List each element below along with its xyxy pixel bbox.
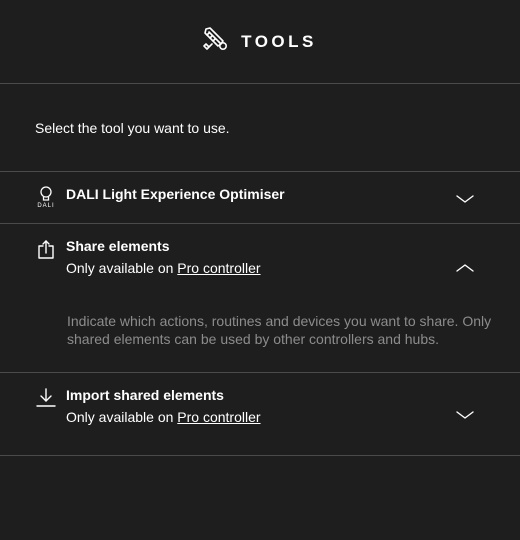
tools-page: TOOLS Select the tool you want to use. D… [0,0,520,540]
availability-text: Only available on Pro controller [66,260,261,276]
chevron-down-icon[interactable] [455,192,475,204]
dali-icon-caption: DALI [37,203,55,209]
tool-title: Share elements [66,238,170,254]
header: TOOLS [0,0,520,84]
tool-share-elements[interactable]: Share elements Only available on Pro con… [0,224,520,373]
intro-label: Select the tool you want to use. [35,119,230,136]
pro-controller-link[interactable]: Pro controller [177,260,260,276]
availability-prefix: Only available on [66,260,178,276]
tools-icon [203,26,229,57]
dali-bulb-icon: DALI [34,186,58,209]
import-icon [34,388,58,408]
header-inner: TOOLS [203,26,317,57]
intro-text: Select the tool you want to use. [0,84,520,172]
page-title: TOOLS [241,31,317,51]
share-icon [34,240,58,260]
tool-dali-optimiser[interactable]: DALI DALI Light Experience Optimiser [0,172,520,224]
availability-text: Only available on Pro controller [66,409,261,425]
chevron-down-icon[interactable] [455,408,475,420]
share-description: Indicate which actions, routines and dev… [67,313,492,347]
chevron-up-icon[interactable] [455,261,475,273]
tool-title: DALI Light Experience Optimiser [66,186,285,202]
pro-controller-link[interactable]: Pro controller [177,409,260,425]
availability-prefix: Only available on [66,409,178,425]
tool-import-shared-elements[interactable]: Import shared elements Only available on… [0,373,520,456]
tool-title: Import shared elements [66,387,224,403]
